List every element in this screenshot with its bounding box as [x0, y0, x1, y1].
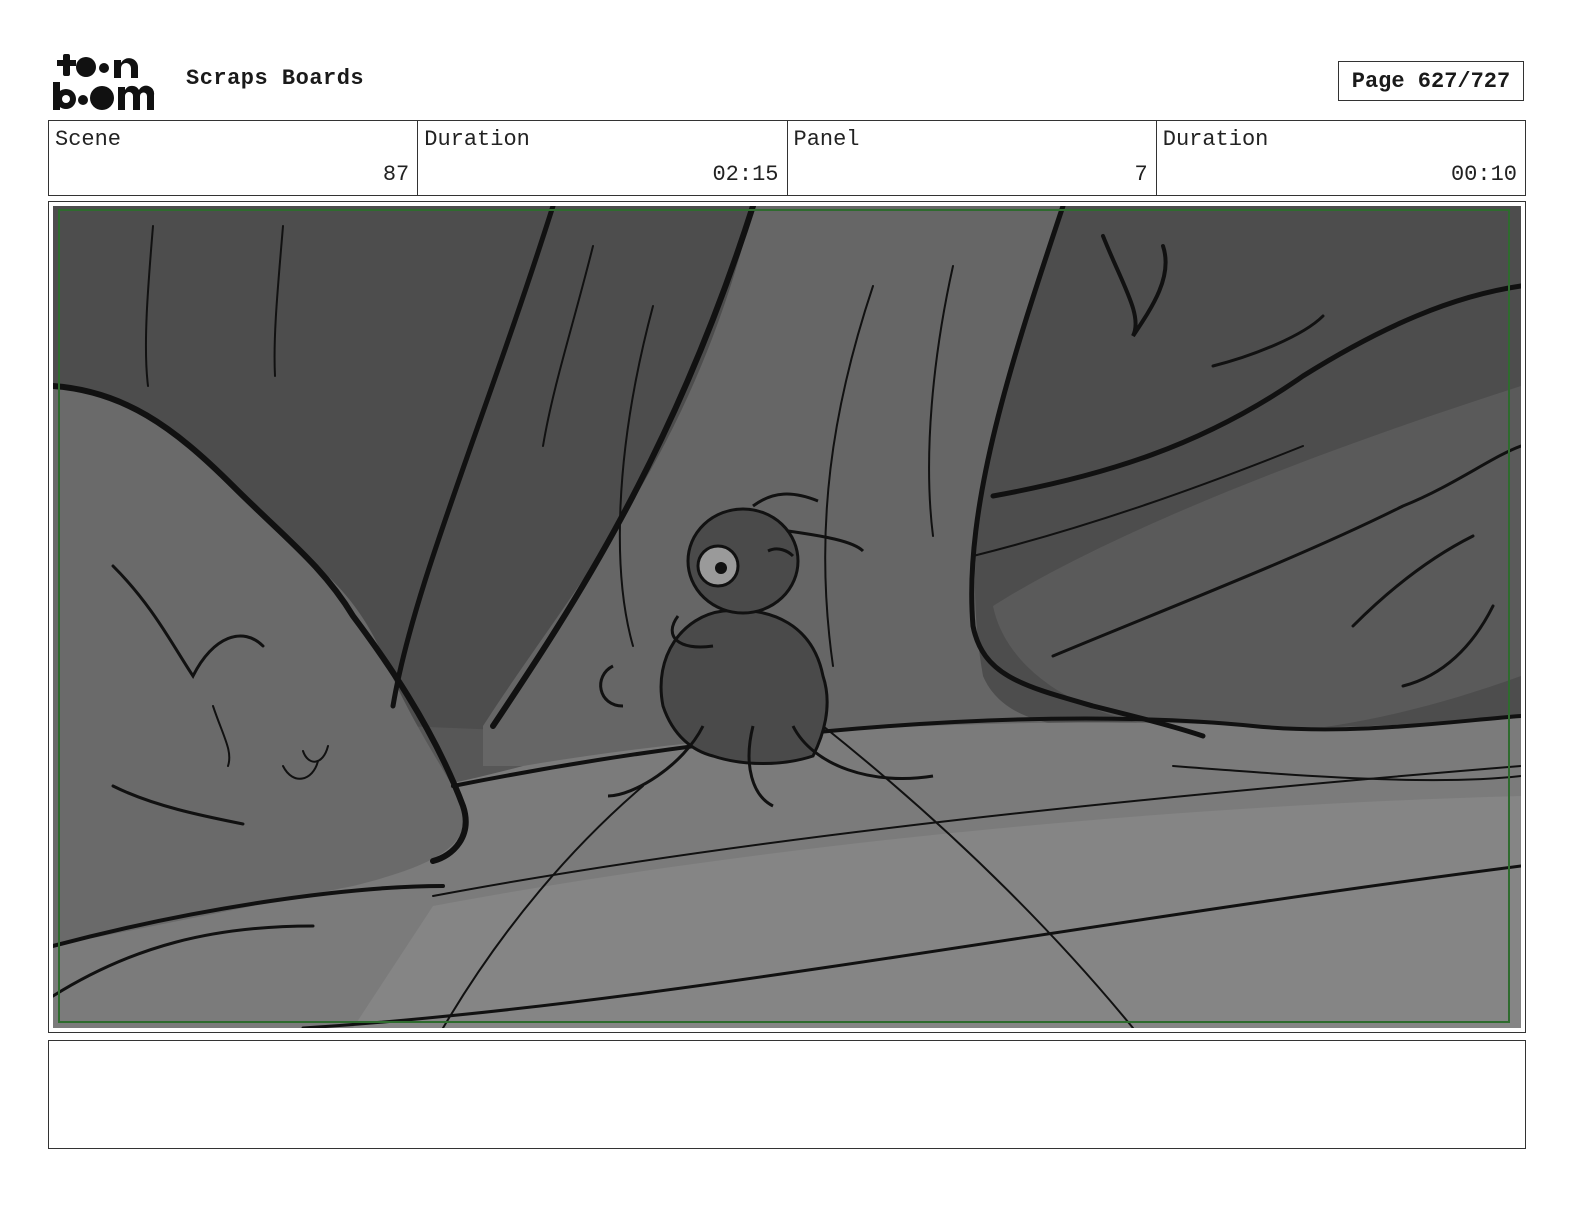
toon-boom-logo — [53, 54, 155, 110]
panel-duration-cell: Duration 00:10 — [1157, 121, 1525, 195]
board-title: Scraps Boards — [186, 66, 365, 91]
page-label: Page 627/727 — [1351, 68, 1511, 94]
scene-cell: Scene 87 — [49, 121, 419, 195]
panel-info-row: Scene 87 Duration 02:15 Panel 7 Duration… — [48, 120, 1526, 196]
scene-label: Scene — [55, 127, 122, 152]
panel-duration-value: 00:10 — [1450, 162, 1517, 187]
scene-duration-cell: Duration 02:15 — [418, 121, 788, 195]
panel-cell: Panel 7 — [788, 121, 1157, 195]
panel-notes — [48, 1040, 1526, 1149]
panel-value: 7 — [1134, 162, 1148, 187]
storyboard-panel-image — [53, 206, 1521, 1028]
scene-duration-value: 02:15 — [712, 162, 779, 187]
scene-value: 87 — [382, 162, 410, 187]
panel-duration-label: Duration — [1162, 127, 1269, 152]
panel-label: Panel — [793, 127, 860, 152]
page-indicator: Page 627/727 — [1338, 61, 1524, 101]
scene-duration-label: Duration — [424, 127, 530, 152]
